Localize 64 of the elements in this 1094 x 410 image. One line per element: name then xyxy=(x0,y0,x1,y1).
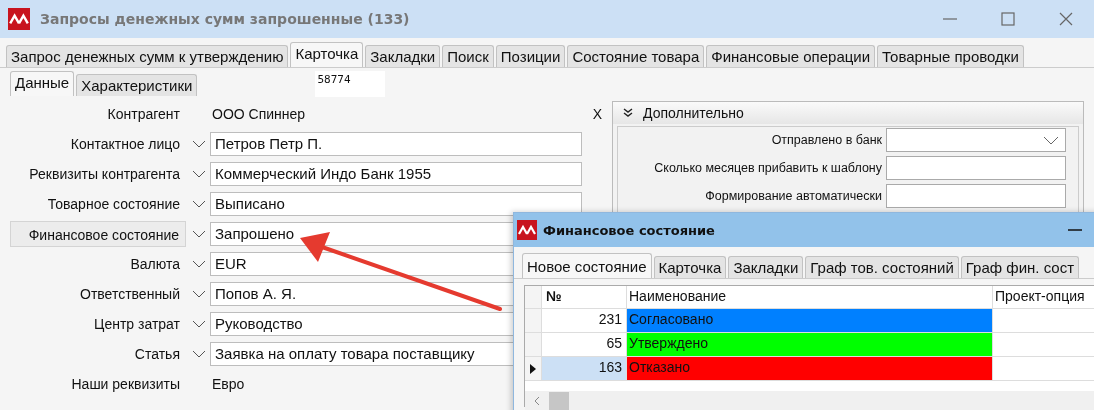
field-label: Контрагент xyxy=(106,105,181,124)
table-cell[interactable]: Отказано xyxy=(627,357,993,380)
tab[interactable]: Карточка xyxy=(653,256,727,278)
record-number: 58774 xyxy=(315,71,386,97)
input-field[interactable]: Петров Петр П. xyxy=(210,132,582,156)
caret-icon[interactable] xyxy=(192,170,206,178)
table-cell[interactable]: Утверждено xyxy=(627,333,993,356)
app-logo-icon xyxy=(8,8,30,30)
field-value: Евро xyxy=(212,376,245,392)
field-label: Формирование автоматически xyxy=(705,189,882,203)
field-label: Контактное лицо xyxy=(69,135,181,154)
caret-icon xyxy=(1043,135,1059,145)
tab[interactable]: Граф тов. состояний xyxy=(805,256,959,278)
dropdown-field[interactable] xyxy=(886,128,1066,152)
caret-icon[interactable] xyxy=(192,290,206,298)
current-row-icon xyxy=(530,363,536,374)
tab[interactable]: Данные xyxy=(10,71,75,96)
tab[interactable]: Финансовые операции xyxy=(706,45,876,67)
close-icon[interactable] xyxy=(1058,11,1074,27)
caret-icon[interactable] xyxy=(192,230,206,238)
row-header[interactable] xyxy=(525,357,542,380)
input-field[interactable] xyxy=(886,184,1066,208)
column-header[interactable]: Наименование xyxy=(627,286,993,308)
tab[interactable]: Закладки xyxy=(365,45,441,67)
input-field[interactable]: Коммерческий Индо Банк 1955 xyxy=(210,162,582,186)
tab[interactable]: Товарные проводки xyxy=(877,45,1024,67)
caret-icon[interactable] xyxy=(192,200,206,208)
column-header[interactable]: № xyxy=(542,286,627,308)
app-logo-icon xyxy=(517,220,537,240)
field-label: Центр затрат xyxy=(93,315,181,334)
tab[interactable]: Граф фин. сост xyxy=(960,256,1080,278)
field-label: Статья xyxy=(133,345,181,364)
field-value: ООО Спиннер xyxy=(212,106,306,122)
tab[interactable]: Новое состояние xyxy=(522,253,652,278)
tab[interactable]: Характеристики xyxy=(76,74,198,96)
field-label: Валюта xyxy=(129,255,181,274)
field-label: Реквизиты контрагента xyxy=(28,165,181,184)
scroll-left-icon[interactable] xyxy=(533,396,541,406)
field-label: Товарное состояние xyxy=(46,195,181,214)
caret-icon[interactable] xyxy=(192,140,206,148)
column-header[interactable]: Проект-опция xyxy=(993,286,1094,308)
table-cell[interactable]: Согласовано xyxy=(627,309,993,332)
tab[interactable]: Позиции xyxy=(495,45,566,67)
caret-icon[interactable] xyxy=(192,260,206,268)
panel-title: Дополнительно xyxy=(643,105,744,121)
tab[interactable]: Карточка xyxy=(290,42,364,67)
caret-icon[interactable] xyxy=(192,320,206,328)
field-label: Ответственный xyxy=(79,285,181,304)
field-label: Отправлено в банк xyxy=(771,133,882,147)
field-label: Финансовое состояние xyxy=(10,221,186,247)
tab[interactable]: Поиск xyxy=(442,45,494,67)
field-label: Наши реквизиты xyxy=(70,375,181,394)
window-title: Запросы денежных сумм запрошенные (133) xyxy=(40,11,410,27)
field-label: Сколько месяцев прибавить к шаблону xyxy=(654,161,882,175)
input-field[interactable]: Выписано xyxy=(210,192,582,216)
input-field[interactable] xyxy=(886,156,1066,180)
caret-icon[interactable] xyxy=(192,350,206,358)
double-chevron-icon[interactable] xyxy=(623,108,633,118)
tab[interactable]: Состояние товара xyxy=(567,45,705,67)
scrollbar-thumb[interactable] xyxy=(549,392,569,410)
tab[interactable]: Закладки xyxy=(728,256,804,278)
tab[interactable]: Запрос денежных сумм к утверждению xyxy=(6,45,289,67)
clear-button[interactable]: X xyxy=(592,106,602,122)
table-cell[interactable]: 163 xyxy=(542,357,627,380)
